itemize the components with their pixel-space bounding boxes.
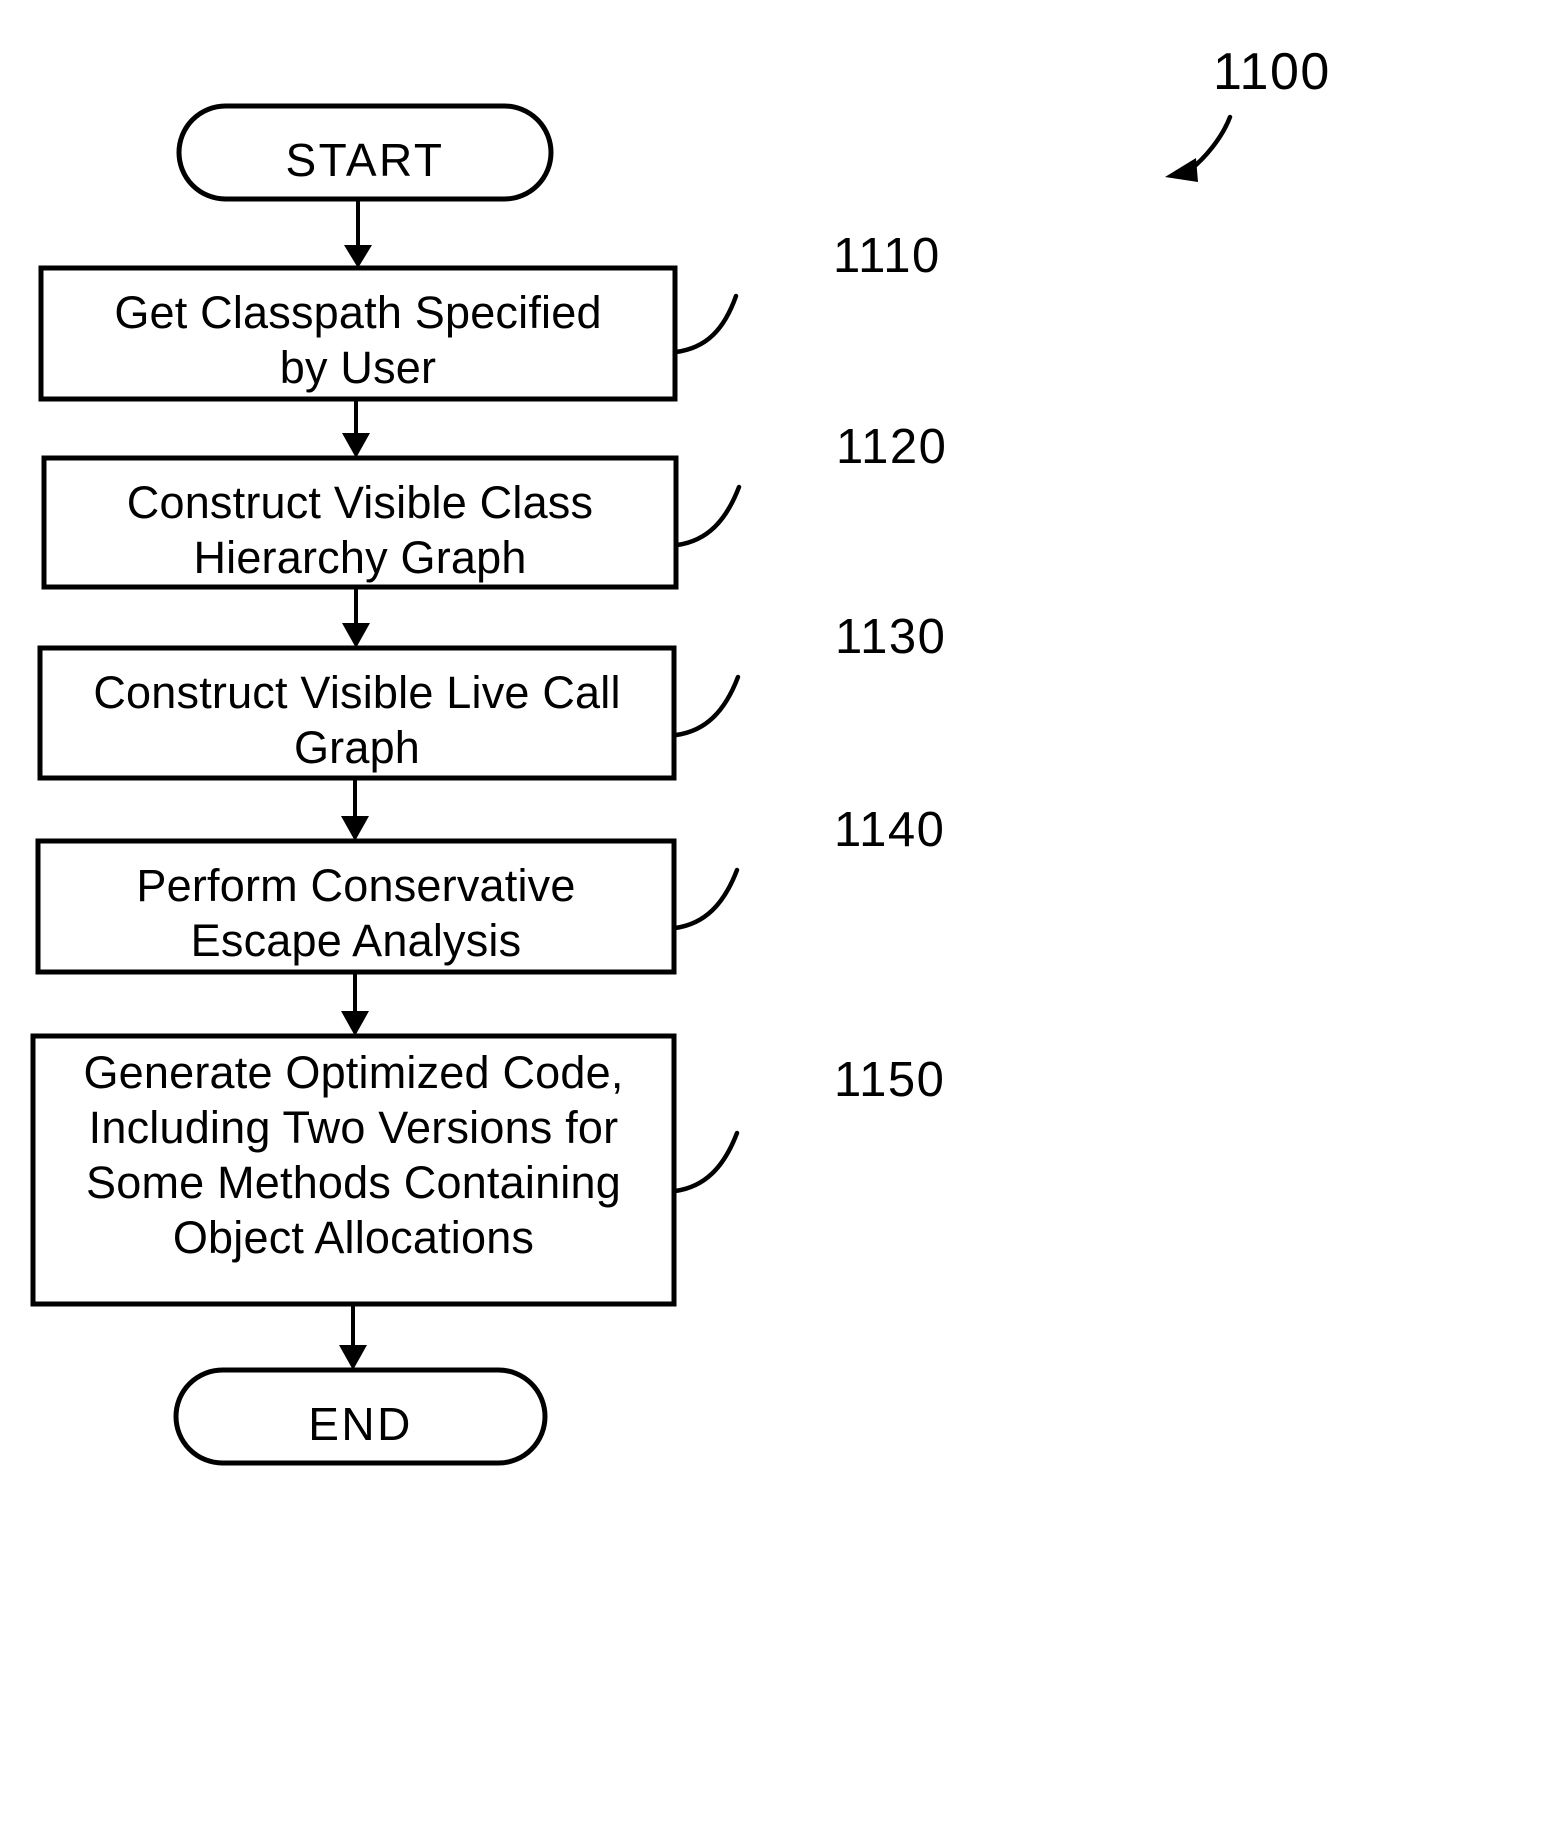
reference-label-1120: 1120 [836, 420, 948, 474]
node-step-1130-shape[interactable] [37, 645, 677, 781]
figure-callout-arrow [1165, 114, 1233, 182]
node-step-1140-shape[interactable] [35, 838, 677, 975]
leader-line-1110 [673, 293, 739, 355]
leader-line-1120 [674, 484, 742, 548]
edge-1150-to-end [339, 1304, 367, 1370]
edge-1120-to-1130 [342, 587, 370, 648]
node-step-1150-shape[interactable] [30, 1033, 677, 1307]
node-step-1110-shape[interactable] [38, 265, 678, 402]
edge-start-to-1110 [344, 199, 372, 268]
leader-line-1150 [672, 1130, 740, 1194]
node-step-1120-shape[interactable] [41, 455, 679, 590]
reference-label-1140: 1140 [834, 803, 946, 857]
reference-label-1130: 1130 [835, 610, 947, 664]
reference-label-1150: 1150 [834, 1053, 946, 1107]
reference-label-1110: 1110 [833, 229, 941, 283]
leader-line-1130 [673, 674, 741, 738]
edge-1140-to-1150 [341, 972, 369, 1036]
edge-1130-to-1140 [341, 778, 369, 841]
flowchart-canvas [30, 103, 1233, 1466]
leader-line-1140 [672, 867, 740, 931]
figure-number-label: 1100 [1213, 43, 1331, 101]
edge-1110-to-1120 [342, 399, 370, 458]
node-end-shape[interactable] [173, 1367, 548, 1466]
figure-page: 1100 START Get Classpath Specified by Us… [0, 0, 1549, 1844]
node-start-shape[interactable] [176, 103, 554, 202]
